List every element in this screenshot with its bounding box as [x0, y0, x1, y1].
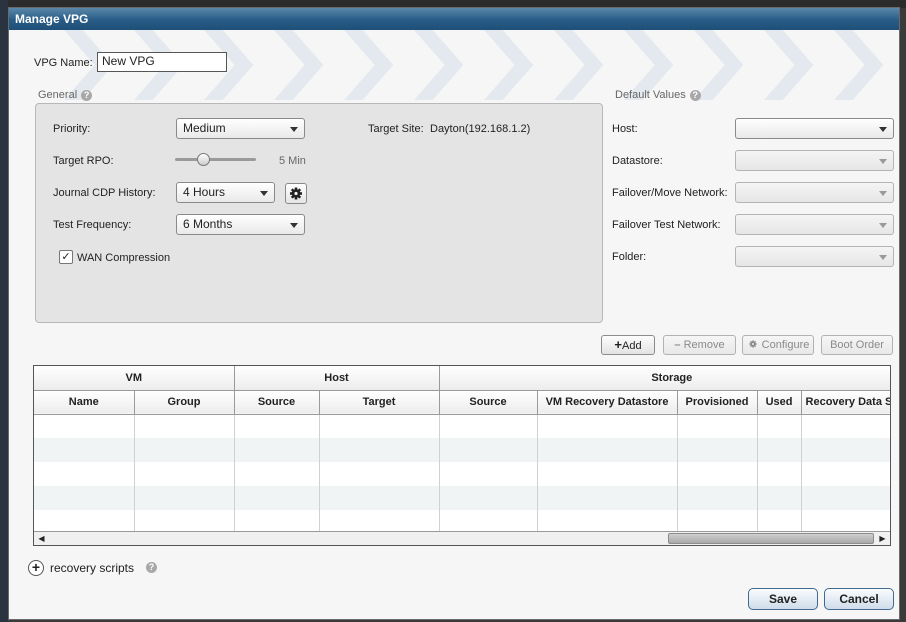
- journal-cdp-select[interactable]: 4 Hours: [176, 182, 275, 203]
- minus-icon: –: [674, 339, 681, 351]
- default-values-help-icon[interactable]: ?: [689, 89, 701, 101]
- priority-select[interactable]: Medium: [176, 118, 305, 139]
- background-window-edge: [0, 0, 8, 622]
- recovery-scripts-label[interactable]: recovery scripts: [50, 561, 134, 575]
- add-vm-button[interactable]: +Add: [601, 335, 655, 355]
- test-frequency-value: 6 Months: [183, 217, 233, 231]
- column-header-recovery-data-size[interactable]: Recovery Data Size: [801, 390, 890, 415]
- failover-test-network-select[interactable]: [735, 214, 894, 235]
- priority-label: Priority:: [53, 123, 91, 135]
- priority-value: Medium: [183, 121, 226, 135]
- configure-vm-button[interactable]: Configure: [742, 335, 814, 355]
- wan-compression-checkbox[interactable]: ✓: [59, 250, 73, 264]
- host-group-header: Host: [234, 366, 440, 391]
- test-frequency-label: Test Frequency:: [53, 219, 132, 231]
- recovery-scripts-help-icon[interactable]: ?: [146, 562, 157, 573]
- chevron-down-icon: [290, 127, 298, 132]
- column-header-provisioned[interactable]: Provisioned: [677, 390, 758, 415]
- table-horizontal-scrollbar[interactable]: ◀ ▶: [34, 531, 890, 545]
- chevron-down-icon: [879, 191, 887, 196]
- scroll-right-icon[interactable]: ▶: [875, 532, 890, 545]
- folder-select[interactable]: [735, 246, 894, 267]
- vm-group-header: VM: [34, 366, 235, 391]
- column-header-name[interactable]: Name: [34, 390, 135, 415]
- plus-icon: +: [614, 337, 622, 352]
- expand-recovery-scripts-icon[interactable]: +: [28, 560, 44, 576]
- table-row: [34, 414, 890, 438]
- vm-table: VM Host Storage Name Group Source Target…: [33, 365, 891, 546]
- wan-compression-label: WAN Compression: [77, 252, 171, 264]
- general-header-text: General: [38, 89, 78, 101]
- target-site-value: Dayton(192.168.1.2): [430, 123, 531, 135]
- default-values-header: Default Values?: [615, 89, 701, 101]
- boot-order-button[interactable]: Boot Order: [821, 335, 893, 355]
- save-button[interactable]: Save: [748, 588, 818, 610]
- vpg-name-label: VPG Name:: [34, 57, 93, 69]
- journal-settings-button[interactable]: [285, 183, 307, 204]
- column-header-storage-source[interactable]: Source: [439, 390, 538, 415]
- cancel-button[interactable]: Cancel: [824, 588, 894, 610]
- journal-cdp-value: 4 Hours: [183, 185, 226, 199]
- default-values-header-text: Default Values: [615, 89, 686, 101]
- table-row: [34, 486, 890, 510]
- add-button-label: Add: [622, 340, 642, 352]
- target-site-label: Target Site:: [368, 123, 424, 135]
- column-header-group[interactable]: Group: [134, 390, 235, 415]
- chevron-down-icon: [260, 191, 268, 196]
- storage-group-header: Storage: [439, 366, 890, 391]
- chevron-down-icon: [290, 223, 298, 228]
- target-rpo-value: 5 Min: [279, 155, 306, 167]
- manage-vpg-dialog: Manage VPG VPG Name: New VPG General? Pr: [8, 7, 900, 620]
- target-rpo-label: Target RPO:: [53, 155, 114, 167]
- dialog-title[interactable]: Manage VPG: [9, 8, 899, 30]
- general-section: [35, 103, 603, 323]
- folder-label: Folder:: [612, 251, 647, 263]
- column-header-host-target[interactable]: Target: [319, 390, 440, 415]
- target-rpo-slider-track[interactable]: [175, 158, 256, 161]
- chevron-down-icon: [879, 255, 887, 260]
- vm-table-grid: VM Host Storage Name Group Source Target…: [34, 366, 890, 534]
- test-frequency-select[interactable]: 6 Months: [176, 214, 305, 235]
- table-row: [34, 438, 890, 462]
- failover-network-label: Failover/Move Network:: [612, 187, 728, 199]
- chevron-down-icon: [879, 127, 887, 132]
- datastore-select[interactable]: [735, 150, 894, 171]
- gear-icon: [749, 340, 757, 348]
- host-select[interactable]: [735, 118, 894, 139]
- chevron-down-icon: [879, 223, 887, 228]
- remove-vm-button[interactable]: – Remove: [663, 335, 736, 355]
- general-section-header: General?: [38, 89, 93, 101]
- gear-icon: [290, 187, 302, 200]
- host-label: Host:: [612, 123, 638, 135]
- column-header-host-source[interactable]: Source: [234, 390, 320, 415]
- vpg-name-input[interactable]: New VPG: [97, 52, 227, 72]
- datastore-label: Datastore:: [612, 155, 663, 167]
- scroll-left-icon[interactable]: ◀: [34, 532, 49, 545]
- failover-test-network-label: Failover Test Network:: [612, 219, 721, 231]
- failover-network-select[interactable]: [735, 182, 894, 203]
- journal-cdp-label: Journal CDP History:: [53, 187, 156, 199]
- remove-button-label: Remove: [683, 339, 725, 351]
- scrollbar-thumb[interactable]: [668, 533, 874, 544]
- general-help-icon[interactable]: ?: [81, 89, 93, 101]
- table-row: [34, 462, 890, 486]
- column-header-vm-recovery-datastore[interactable]: VM Recovery Datastore: [537, 390, 678, 415]
- column-header-used[interactable]: Used: [757, 390, 802, 415]
- configure-button-label: Configure: [761, 339, 810, 351]
- chevron-down-icon: [879, 159, 887, 164]
